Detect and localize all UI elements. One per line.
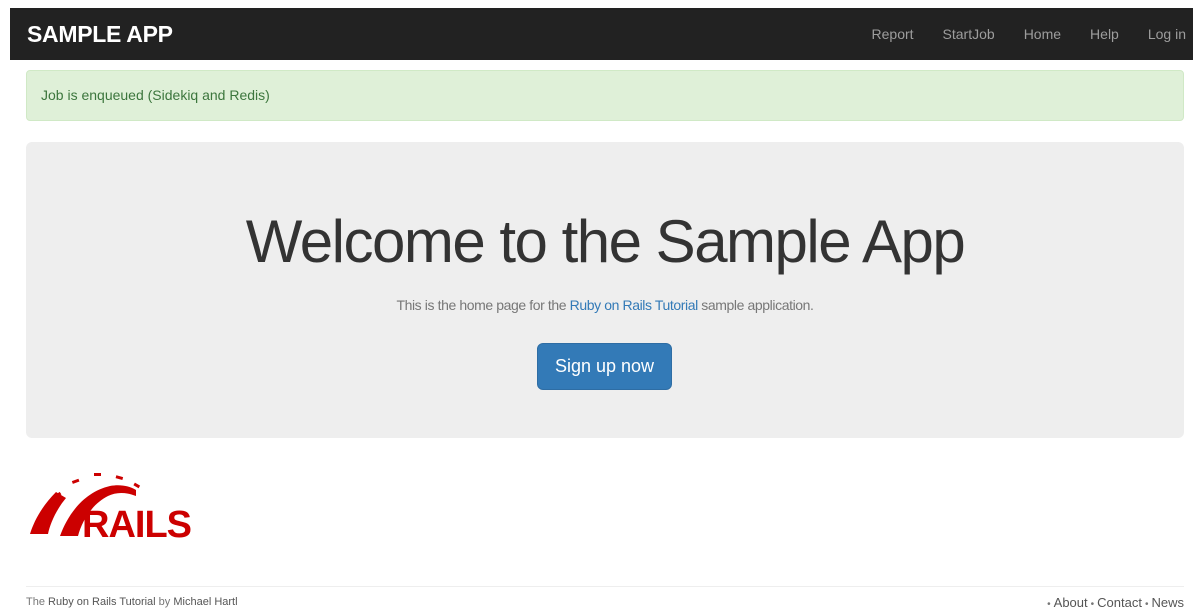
footer-link-about[interactable]: About xyxy=(1054,595,1088,610)
navbar: SAMPLE APP Report StartJob Home Help Log… xyxy=(10,8,1193,60)
footer-nav-item: • About xyxy=(1047,595,1088,613)
footer-tutorial-link[interactable]: Ruby on Rails Tutorial xyxy=(48,596,156,608)
bullet-icon: • xyxy=(1047,599,1051,610)
footer-divider xyxy=(26,586,1184,587)
footer-link-news[interactable]: News xyxy=(1151,595,1184,610)
lead-prefix: This is the home page for the xyxy=(396,297,570,313)
nav-link-report[interactable]: Report xyxy=(872,24,914,44)
bullet-icon: • xyxy=(1144,599,1149,610)
lead-suffix: sample application. xyxy=(697,297,814,313)
footer-nav-item: • News xyxy=(1145,595,1184,613)
page-title: Welcome to the Sample App xyxy=(245,208,966,275)
footer-nav: • About • Contact • News xyxy=(1044,595,1184,613)
bullet-icon: • xyxy=(1090,599,1095,610)
footer-link-contact[interactable]: Contact xyxy=(1097,595,1142,610)
footer-author-link[interactable]: Michael Hartl xyxy=(173,596,237,608)
rails-tutorial-link[interactable]: Ruby on Rails Tutorial xyxy=(570,297,699,313)
footer-prefix: The xyxy=(26,596,49,608)
jumbotron: Welcome to the Sample App This is the ho… xyxy=(26,142,1184,438)
sign-up-button[interactable]: Sign up now xyxy=(537,343,672,390)
footer-credits: The Ruby on Rails Tutorial by Michael Ha… xyxy=(26,595,238,609)
lead-text: This is the home page for the Ruby on Ra… xyxy=(26,295,1184,315)
nav-link-help[interactable]: Help xyxy=(1090,24,1119,44)
nav-link-home[interactable]: Home xyxy=(1024,24,1061,44)
nav-links: Report StartJob Home Help Log in xyxy=(843,8,1193,60)
footer-by: by xyxy=(155,596,174,608)
footer-nav-item: • Contact xyxy=(1091,595,1142,613)
nav-link-startjob[interactable]: StartJob xyxy=(943,24,995,44)
rails-logo-icon[interactable]: RAILS xyxy=(26,466,231,545)
nav-link-login[interactable]: Log in xyxy=(1148,24,1186,44)
rails-logo-text: RAILS xyxy=(82,504,191,545)
brand-logo[interactable]: SAMPLE APP xyxy=(27,21,173,47)
alert-success: Job is enqueued (Sidekiq and Redis) xyxy=(26,70,1184,121)
